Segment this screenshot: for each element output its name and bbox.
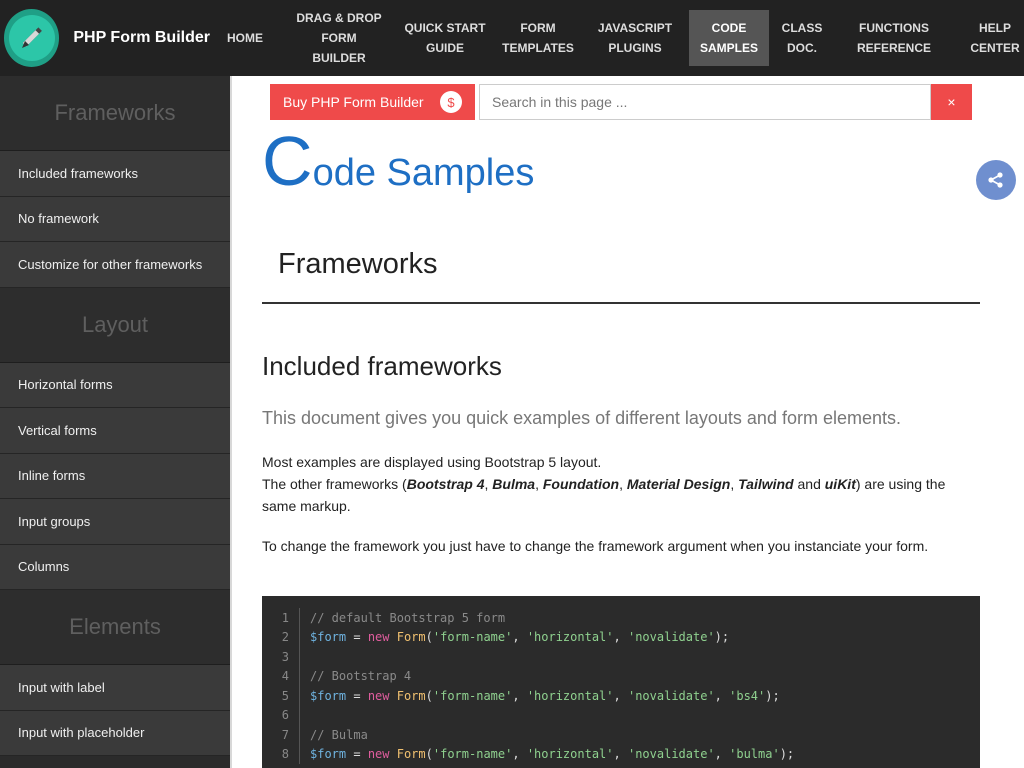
intro-line-1: Most examples are displayed using Bootst…: [262, 454, 602, 470]
nav-drag-drop-builder[interactable]: DRAG & DROP FORM BUILDER: [280, 10, 398, 66]
nav-form-templates[interactable]: FORM TEMPLATES: [498, 10, 578, 66]
search-input[interactable]: [479, 84, 931, 120]
nav-functions-reference[interactable]: FUNCTIONS REFERENCE: [849, 10, 939, 66]
sidebar: Frameworks Included frameworks No framew…: [0, 76, 230, 768]
code-line: 7// Bulma: [262, 725, 980, 745]
intro-paragraph: Most examples are displayed using Bootst…: [262, 451, 974, 517]
sidebar-item-vertical-forms[interactable]: Vertical forms: [0, 408, 230, 454]
share-button[interactable]: [976, 160, 1016, 200]
lead-text: This document gives you quick examples o…: [262, 408, 901, 428]
intro-line-2: The other frameworks (Bootstrap 4, Bulma…: [262, 476, 946, 514]
dollar-icon: $: [440, 91, 462, 113]
section-divider: [262, 302, 980, 304]
clear-search-button[interactable]: ×: [931, 84, 972, 120]
subsection-title: Included frameworks: [262, 351, 502, 381]
close-icon: ×: [947, 94, 956, 110]
page-title-initial: C: [262, 122, 313, 200]
buy-button-label: Buy PHP Form Builder: [283, 94, 424, 110]
nav-code-samples[interactable]: CODE SAMPLES: [689, 10, 769, 66]
sidebar-heading-frameworks: Frameworks: [0, 76, 230, 151]
sidebar-heading-layout: Layout: [0, 287, 230, 363]
nav-help-center[interactable]: HELP CENTER: [963, 10, 1024, 66]
sidebar-item-input-groups[interactable]: Input groups: [0, 499, 230, 545]
sidebar-item-no-framework[interactable]: No framework: [0, 196, 230, 242]
nav-javascript-plugins[interactable]: JAVASCRIPT PLUGINS: [590, 10, 680, 66]
framework-paragraph: To change the framework you just have to…: [262, 538, 929, 554]
sidebar-item-columns[interactable]: Columns: [0, 544, 230, 590]
nav-quick-start[interactable]: QUICK START GUIDE: [400, 10, 490, 66]
code-line: 2 $form = new Form('form-name', 'horizont…: [262, 627, 980, 647]
brand-name[interactable]: PHP Form Builder: [73, 29, 210, 47]
top-navbar: PHP Form Builder HOME DRAG & DROP FORM B…: [0, 0, 1024, 76]
code-block[interactable]: 1// default Bootstrap 5 form 2 $form = ne…: [262, 596, 980, 768]
brand[interactable]: PHP Form Builder: [0, 0, 210, 76]
sidebar-item-included-frameworks[interactable]: Included frameworks: [0, 151, 230, 197]
sidebar-heading-elements: Elements: [0, 590, 230, 665]
section-title: Frameworks: [278, 248, 438, 280]
sidebar-item-customize-frameworks[interactable]: Customize for other frameworks: [0, 242, 230, 288]
buy-button[interactable]: Buy PHP Form Builder $: [270, 84, 475, 120]
share-icon: [988, 172, 1003, 188]
logo[interactable]: [4, 9, 60, 67]
pencil-icon: [8, 15, 55, 61]
sidebar-item-input-with-placeholder[interactable]: Input with placeholder: [0, 710, 230, 756]
sidebar-item-input-with-label[interactable]: Input with label: [0, 665, 230, 711]
code-line: 6: [262, 705, 980, 725]
nav-class-doc[interactable]: CLASS DOC.: [774, 10, 830, 66]
code-line: 5 $form = new Form('form-name', 'horizont…: [262, 686, 980, 706]
nav-home[interactable]: HOME: [218, 10, 272, 66]
page-title-rest: ode Samples: [312, 152, 535, 194]
page-title: Code Samples: [262, 126, 534, 196]
main-content: Buy PHP Form Builder $ × Code Samples Fr…: [232, 76, 1024, 768]
code-line: 1// default Bootstrap 5 form: [262, 608, 980, 628]
sidebar-item-horizontal-forms[interactable]: Horizontal forms: [0, 362, 230, 408]
code-line: 3: [262, 647, 980, 667]
main-nav: HOME DRAG & DROP FORM BUILDER QUICK STAR…: [210, 0, 1024, 76]
code-line: 4// Bootstrap 4: [262, 666, 980, 686]
code-line: 8 $form = new Form('form-name', 'horizont…: [262, 744, 980, 764]
sidebar-item-inline-forms[interactable]: Inline forms: [0, 453, 230, 499]
